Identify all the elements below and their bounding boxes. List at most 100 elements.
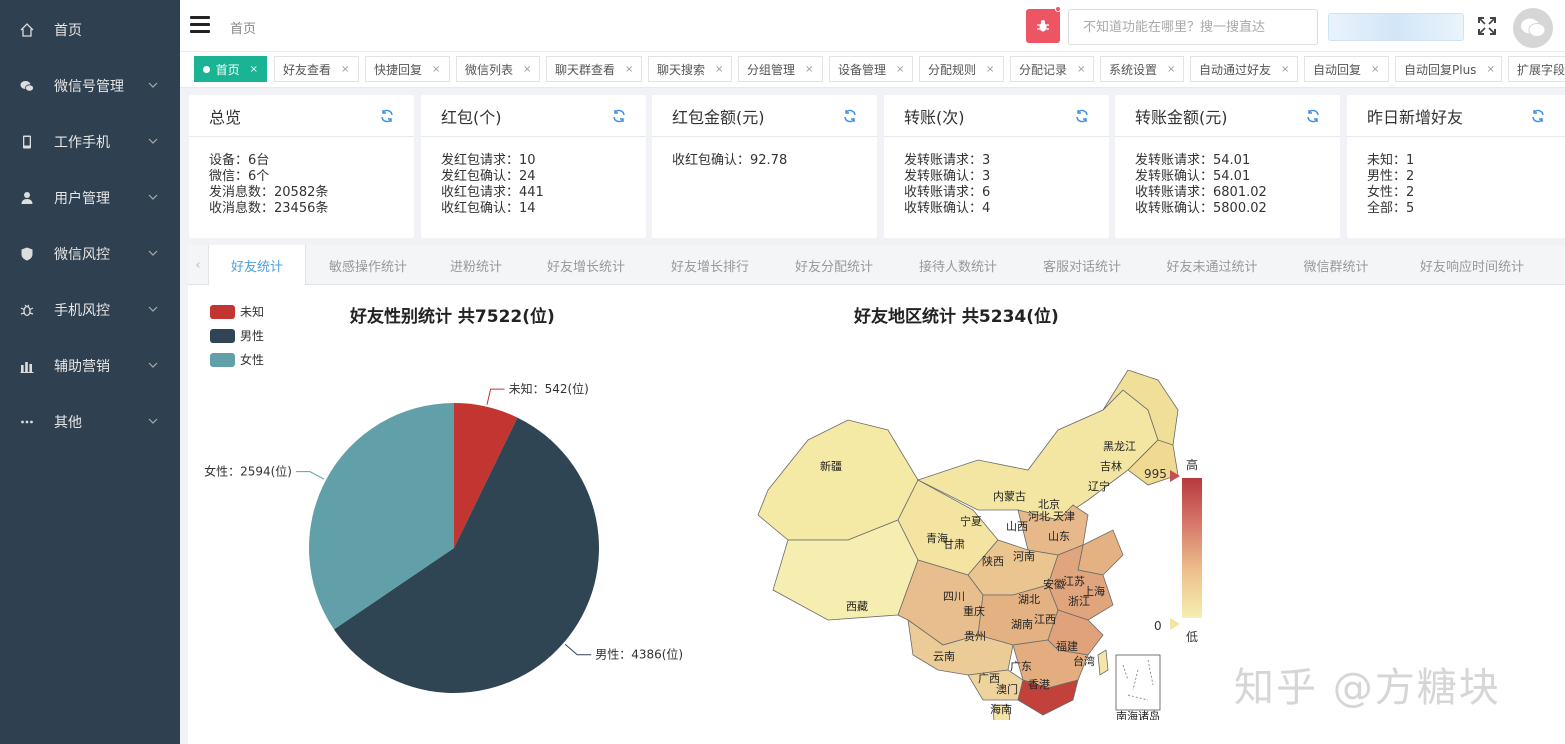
stats-tab-4[interactable]: 好友增长排行	[650, 245, 770, 285]
refresh-icon[interactable]	[1531, 109, 1545, 123]
stats-tab-5[interactable]: 好友分配统计	[774, 245, 894, 285]
visual-map-bar[interactable]	[1182, 478, 1202, 618]
map-region-label[interactable]: 江苏	[1063, 575, 1085, 588]
visual-map-handle-top[interactable]	[1170, 470, 1180, 482]
menu-toggle-icon[interactable]	[190, 16, 210, 34]
map-region-label[interactable]: 北京	[1038, 497, 1060, 511]
page-tab-3[interactable]: 微信列表 ×	[456, 56, 540, 82]
map-region-label[interactable]: 内蒙古	[993, 489, 1026, 503]
page-tab-7[interactable]: 设备管理 ×	[829, 56, 913, 82]
avatar[interactable]	[1513, 8, 1553, 48]
map-region-label[interactable]: 四川	[943, 590, 965, 603]
map-region-label[interactable]: 重庆	[963, 604, 985, 618]
sidebar-item-1[interactable]: 微信号管理	[0, 58, 180, 114]
stats-tab-7[interactable]: 客服对话统计	[1022, 245, 1142, 285]
map-region-label[interactable]: 新疆	[820, 459, 842, 473]
close-icon[interactable]: ×	[805, 64, 813, 75]
sidebar-item-label: 用户管理	[54, 191, 110, 207]
stats-tab-2[interactable]: 进粉统计	[430, 245, 522, 285]
page-tab-11[interactable]: 自动通过好友 ×	[1190, 56, 1298, 82]
map-region-label[interactable]: 湖南	[1011, 618, 1033, 631]
bug-report-button[interactable]	[1026, 9, 1060, 43]
sidebar-item-2[interactable]: 工作手机	[0, 114, 180, 170]
sidebar-item-5[interactable]: 手机风控	[0, 282, 180, 338]
stats-tab-9[interactable]: 微信群统计	[1282, 245, 1390, 285]
map-region-label[interactable]: 台湾	[1073, 654, 1095, 668]
map-region-label[interactable]: 浙江	[1068, 595, 1090, 608]
close-icon[interactable]: ×	[432, 64, 440, 75]
sidebar-item-4[interactable]: 微信风控	[0, 226, 180, 282]
map-region-label[interactable]: 福建	[1056, 639, 1078, 653]
map-region-label[interactable]: 山东	[1048, 530, 1070, 543]
sidebar-item-0[interactable]: 首页	[0, 2, 180, 58]
map-region-label[interactable]: 青海	[926, 531, 948, 545]
page-tab-13[interactable]: 自动回复Plus ×	[1395, 56, 1502, 82]
close-icon[interactable]: ×	[341, 64, 349, 75]
tabs-scroll-left-icon[interactable]: ‹	[188, 245, 208, 285]
stats-tab-label: 好友响应时间统计	[1419, 259, 1524, 275]
page-tab-8[interactable]: 分配规则 ×	[919, 56, 1004, 82]
map-region-label[interactable]: 黑龙江	[1103, 440, 1136, 453]
close-icon[interactable]: ×	[250, 64, 258, 75]
map-region-label[interactable]: 香港	[1028, 678, 1050, 691]
close-icon[interactable]: ×	[896, 64, 904, 75]
close-icon[interactable]: ×	[523, 64, 531, 75]
refresh-icon[interactable]	[380, 109, 394, 123]
map-region-label[interactable]: 广东	[1010, 660, 1032, 673]
page-tab-1[interactable]: 好友查看 ×	[274, 56, 359, 82]
refresh-icon[interactable]	[612, 109, 626, 123]
close-icon[interactable]: ×	[986, 64, 994, 75]
refresh-icon[interactable]	[1075, 109, 1089, 123]
stats-tab-0[interactable]: 好友统计	[208, 245, 306, 286]
map-region-label[interactable]: 辽宁	[1088, 479, 1110, 493]
close-icon[interactable]: ×	[1281, 64, 1289, 75]
close-icon[interactable]: ×	[625, 64, 633, 75]
page-tab-12[interactable]: 自动回复 ×	[1304, 56, 1389, 82]
sidebar-item-3[interactable]: 用户管理	[0, 170, 180, 226]
map-region-label[interactable]: 云南	[933, 650, 955, 663]
page-tab-5[interactable]: 聊天搜索 ×	[648, 56, 732, 82]
map-region-label[interactable]: 湖北	[1018, 593, 1040, 606]
map-region-label[interactable]: 西藏	[846, 600, 868, 613]
map-region-label[interactable]: 河南	[1013, 550, 1035, 563]
page-tab-2[interactable]: 快捷回复 ×	[365, 56, 450, 82]
close-icon[interactable]: ×	[1486, 64, 1494, 75]
page-tab-10[interactable]: 系统设置 ×	[1100, 56, 1184, 82]
sidebar-item-6[interactable]: 辅助营销	[0, 338, 180, 394]
stats-tab-8[interactable]: 好友未通过统计	[1146, 245, 1278, 285]
close-icon[interactable]: ×	[1371, 64, 1379, 75]
close-icon[interactable]: ×	[715, 64, 723, 75]
page-tab-6[interactable]: 分组管理 ×	[738, 56, 823, 82]
map-region-label[interactable]: 天津	[1053, 510, 1075, 523]
page-tab-9[interactable]: 分配记录 ×	[1010, 56, 1094, 82]
visual-map-handle-bottom[interactable]	[1170, 618, 1180, 630]
stats-tab-1[interactable]: 敏感操作统计	[310, 245, 426, 285]
stats-tab-6[interactable]: 接待人数统计	[898, 245, 1018, 285]
map-region-label[interactable]: 吉林	[1100, 459, 1122, 473]
map-region-label[interactable]: 安徽	[1043, 577, 1065, 591]
map-region-label[interactable]: 山西	[1006, 520, 1028, 533]
sidebar-item-7[interactable]: 其他	[0, 394, 180, 450]
map-region-label[interactable]: 宁夏	[960, 514, 982, 528]
page-tab-0[interactable]: 首页 ×	[194, 56, 267, 82]
refresh-icon[interactable]	[1306, 109, 1320, 123]
search-input[interactable]	[1068, 9, 1318, 45]
page-tab-14[interactable]: 扩展字段	[1508, 56, 1565, 82]
user-info-box[interactable]	[1328, 13, 1464, 41]
stats-tab-3[interactable]: 好友增长统计	[526, 245, 646, 285]
page-tab-4[interactable]: 聊天群查看 ×	[546, 56, 642, 82]
fullscreen-icon[interactable]	[1478, 17, 1496, 35]
map-region-label[interactable]: 南海诸岛	[1116, 709, 1160, 720]
map-region-label[interactable]: 海南	[990, 702, 1012, 716]
refresh-icon[interactable]	[843, 109, 857, 123]
breadcrumb[interactable]: 首页	[230, 18, 256, 37]
map-region-label[interactable]: 江西	[1034, 613, 1056, 626]
close-icon[interactable]: ×	[1077, 64, 1085, 75]
map-region-label[interactable]: 陕西	[982, 554, 1004, 568]
card-line: 发转账请求：3	[904, 153, 991, 168]
map-region-label[interactable]: 贵州	[964, 630, 986, 643]
map-region-label[interactable]: 河北	[1028, 510, 1050, 523]
close-icon[interactable]: ×	[1167, 64, 1175, 75]
stats-tab-10[interactable]: 好友响应时间统计	[1394, 245, 1550, 285]
map-region-label[interactable]: 澳门	[996, 682, 1018, 696]
